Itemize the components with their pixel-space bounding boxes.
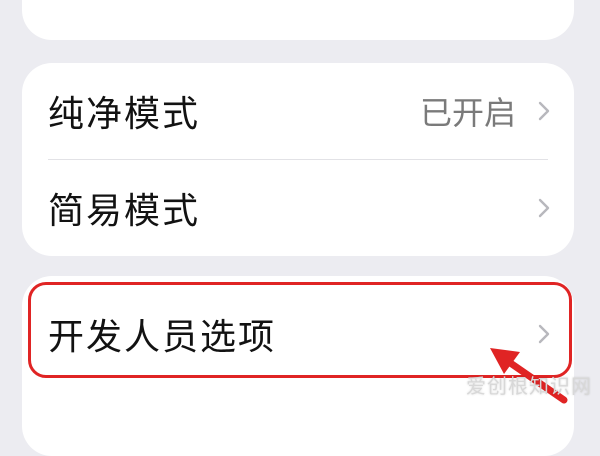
settings-card-top: 全部 [22, 0, 574, 40]
settings-item-label: 纯净模式 [48, 94, 201, 135]
settings-card-modes: 纯净模式 已开启 简易模式 [22, 63, 574, 256]
settings-item-label: 开发人员选项 [48, 317, 277, 358]
chevron-right-icon [538, 101, 550, 121]
settings-item-pure-mode[interactable]: 纯净模式 已开启 [22, 63, 574, 159]
chevron-right-icon [538, 198, 550, 218]
watermark-text: 爱创根知识网 [466, 374, 592, 398]
settings-item-simple-mode[interactable]: 简易模式 [22, 160, 574, 256]
settings-item-status: 已开启 [419, 94, 516, 132]
settings-item-label: 简易模式 [48, 191, 201, 232]
